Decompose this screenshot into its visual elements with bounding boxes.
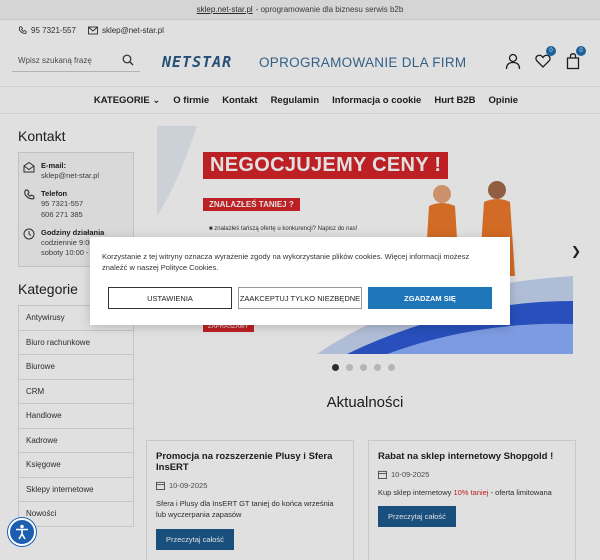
cookie-accept-button[interactable]: ZGADZAM SIĘ [368, 287, 492, 309]
accessibility-button[interactable] [8, 518, 36, 546]
cookie-buttons: USTAWIENIA ZAAKCEPTUJ TYLKO NIEZBĘDNE ZG… [108, 287, 492, 309]
accessibility-icon [16, 524, 28, 540]
cookie-consent-dialog: Korzystanie z tej witryny oznacza wyraże… [90, 237, 510, 325]
cookie-necessary-button[interactable]: ZAAKCEPTUJ TYLKO NIEZBĘDNE [238, 287, 362, 309]
cookie-text: Korzystanie z tej witryny oznacza wyraże… [102, 252, 470, 273]
cookie-settings-button[interactable]: USTAWIENIA [108, 287, 232, 309]
